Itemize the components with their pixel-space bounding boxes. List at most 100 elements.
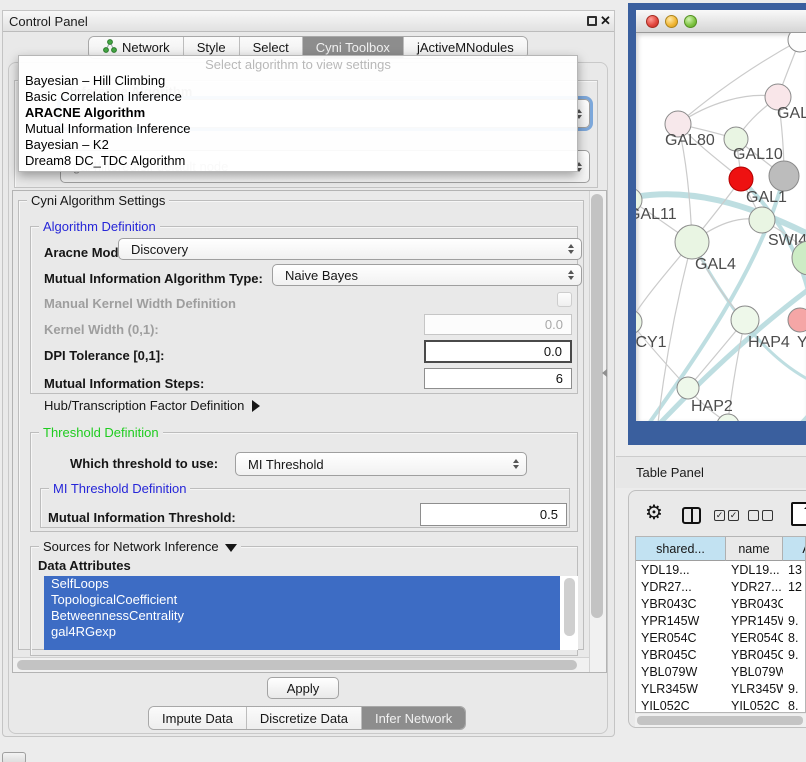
kernel-width-label: Kernel Width (0,1): bbox=[44, 322, 159, 337]
table-cell: 9. bbox=[783, 646, 806, 663]
network-node[interactable] bbox=[788, 33, 806, 52]
traffic-light-close[interactable] bbox=[646, 15, 659, 28]
table-cell: YLR345W bbox=[726, 680, 783, 697]
table-cell: 9. bbox=[783, 612, 806, 629]
attributes-scrollbar-thumb[interactable] bbox=[564, 578, 575, 636]
table-row[interactable]: YLR345WYLR345W9. bbox=[636, 680, 805, 697]
mi-threshold-field[interactable]: 0.5 bbox=[420, 503, 567, 526]
document-icon[interactable] bbox=[791, 502, 806, 526]
network-node[interactable] bbox=[677, 377, 699, 399]
sources-group-toggle[interactable]: Sources for Network Inference bbox=[39, 539, 241, 554]
data-attribute-item[interactable]: SelfLoops bbox=[44, 576, 560, 592]
table-cell: YDL19... bbox=[726, 561, 783, 578]
network-node[interactable] bbox=[717, 414, 739, 421]
table-row[interactable]: YER054CYER054C8. bbox=[636, 629, 805, 646]
float-window-icon[interactable] bbox=[587, 16, 597, 26]
hub-definition-toggle[interactable]: Hub/Transcription Factor Definition bbox=[44, 398, 260, 413]
vertical-scrollbar-thumb[interactable] bbox=[591, 194, 603, 618]
apply-button[interactable]: Apply bbox=[267, 677, 339, 699]
column-header[interactable]: shared... bbox=[636, 537, 726, 561]
which-threshold-value: MI Threshold bbox=[248, 457, 324, 472]
mi-type-combo[interactable]: Naive Bayes bbox=[272, 264, 582, 286]
table-row[interactable]: YBR045CYBR045C9. bbox=[636, 646, 805, 663]
tab-impute-data[interactable]: Impute Data bbox=[149, 707, 246, 729]
split-columns-icon[interactable] bbox=[682, 507, 701, 524]
table-row[interactable]: YIL052CYIL052C8. bbox=[636, 697, 805, 713]
checked-pair-icon[interactable]: ✓✓ bbox=[714, 510, 739, 521]
table-body: YDL19...YDL19...13YDR27...YDR27...12YBR0… bbox=[636, 561, 805, 713]
tab-discretize-data[interactable]: Discretize Data bbox=[246, 707, 361, 729]
data-attribute-item[interactable]: gal4RGexp bbox=[44, 624, 560, 640]
algorithm-option[interactable]: Mutual Information Inference bbox=[19, 121, 577, 137]
network-node-label: GAL11 bbox=[636, 206, 677, 223]
table-cell: YBR045C bbox=[636, 646, 726, 663]
data-attributes-list: SelfLoopsTopologicalCoefficientBetweenne… bbox=[44, 576, 578, 650]
traffic-light-zoom[interactable] bbox=[684, 15, 697, 28]
table-panel-title: Table Panel bbox=[636, 465, 704, 480]
column-header[interactable]: name bbox=[726, 537, 783, 561]
network-node-label: GAL7 bbox=[777, 105, 806, 122]
network-node[interactable] bbox=[749, 207, 775, 233]
mi-steps-field[interactable]: 6 bbox=[424, 368, 572, 389]
table-cell: 8. bbox=[783, 697, 806, 713]
table-row[interactable]: YDR27...YDR27...12 bbox=[636, 578, 805, 595]
combo-arrows-icon bbox=[513, 459, 519, 469]
data-attribute-item[interactable]: TopologicalCoefficient bbox=[44, 592, 560, 608]
mi-type-label: Mutual Information Algorithm Type: bbox=[44, 271, 263, 286]
manual-kernel-checkbox[interactable] bbox=[557, 292, 572, 307]
table-row[interactable]: YPR145WYPR145W9. bbox=[636, 612, 805, 629]
kernel-width-field: 0.0 bbox=[424, 314, 572, 335]
panel-divider-arrow-icon[interactable] bbox=[602, 369, 607, 377]
tab-network-label: Network bbox=[122, 40, 170, 55]
table-cell: YPR145W bbox=[726, 612, 783, 629]
column-header[interactable]: A bbox=[783, 537, 806, 561]
manual-kernel-label: Manual Kernel Width Definition bbox=[44, 296, 236, 311]
network-node[interactable] bbox=[636, 310, 642, 334]
algorithm-option[interactable]: Basic Correlation Inference bbox=[19, 89, 577, 105]
tab-infer-network[interactable]: Infer Network bbox=[361, 707, 465, 729]
network-node[interactable] bbox=[675, 225, 709, 259]
network-edge bbox=[678, 95, 778, 124]
network-canvas[interactable]: GAL7GAL80GAL10GAL1GAL11SWI4GAL4GCY1HAP4Y… bbox=[636, 33, 806, 421]
table-cell bbox=[783, 595, 806, 612]
dpi-tolerance-field[interactable]: 0.0 bbox=[424, 340, 572, 363]
table-cell: YLR345W bbox=[636, 680, 726, 697]
table-cell: YBR043C bbox=[726, 595, 783, 612]
network-node-label: GCY1 bbox=[636, 334, 667, 351]
table-cell: 12 bbox=[783, 578, 806, 595]
which-threshold-combo[interactable]: MI Threshold bbox=[235, 452, 527, 476]
network-node-label: GAL80 bbox=[665, 132, 715, 149]
network-node[interactable] bbox=[731, 306, 759, 334]
table-cell bbox=[783, 663, 806, 680]
aracne-mode-combo[interactable]: Discovery bbox=[118, 238, 582, 260]
network-node[interactable] bbox=[729, 167, 753, 191]
combo-arrows-icon bbox=[568, 270, 574, 280]
traffic-light-minimize[interactable] bbox=[665, 15, 678, 28]
collapsed-arrow-icon bbox=[252, 400, 260, 412]
table-horizontal-scrollbar-thumb[interactable] bbox=[637, 716, 803, 725]
table-cell: YBR043C bbox=[636, 595, 726, 612]
restore-panel-button[interactable] bbox=[2, 752, 26, 762]
horizontal-scrollbar-thumb[interactable] bbox=[17, 660, 577, 670]
algorithm-option[interactable]: Bayesian – K2 bbox=[19, 137, 577, 153]
table-row[interactable]: YBL079WYBL079W bbox=[636, 663, 805, 680]
network-node[interactable] bbox=[788, 308, 806, 332]
algorithm-option[interactable]: Bayesian – Hill Climbing bbox=[19, 73, 577, 89]
network-node[interactable] bbox=[769, 161, 799, 191]
dpi-tolerance-label: DPI Tolerance [0,1]: bbox=[44, 348, 164, 363]
table-cell: YDR27... bbox=[636, 578, 726, 595]
algorithm-option[interactable]: ARACNE Algorithm bbox=[19, 105, 577, 121]
network-node-label: Y bbox=[797, 334, 806, 351]
table-cell: YIL052C bbox=[636, 697, 726, 713]
table-cell: YBL079W bbox=[636, 663, 726, 680]
table-cell: 9. bbox=[783, 680, 806, 697]
gear-icon[interactable]: ⚙ bbox=[645, 503, 663, 523]
table-row[interactable]: YDL19...YDL19...13 bbox=[636, 561, 805, 578]
table-header-row: shared...nameA bbox=[636, 537, 805, 561]
unchecked-pair-icon[interactable] bbox=[748, 510, 773, 521]
table-row[interactable]: YBR043CYBR043C bbox=[636, 595, 805, 612]
data-attribute-item[interactable]: BetweennessCentrality bbox=[44, 608, 560, 624]
close-icon[interactable]: ✕ bbox=[600, 13, 611, 29]
algorithm-option[interactable]: Dream8 DC_TDC Algorithm bbox=[19, 153, 577, 169]
mi-type-value: Naive Bayes bbox=[285, 268, 358, 283]
